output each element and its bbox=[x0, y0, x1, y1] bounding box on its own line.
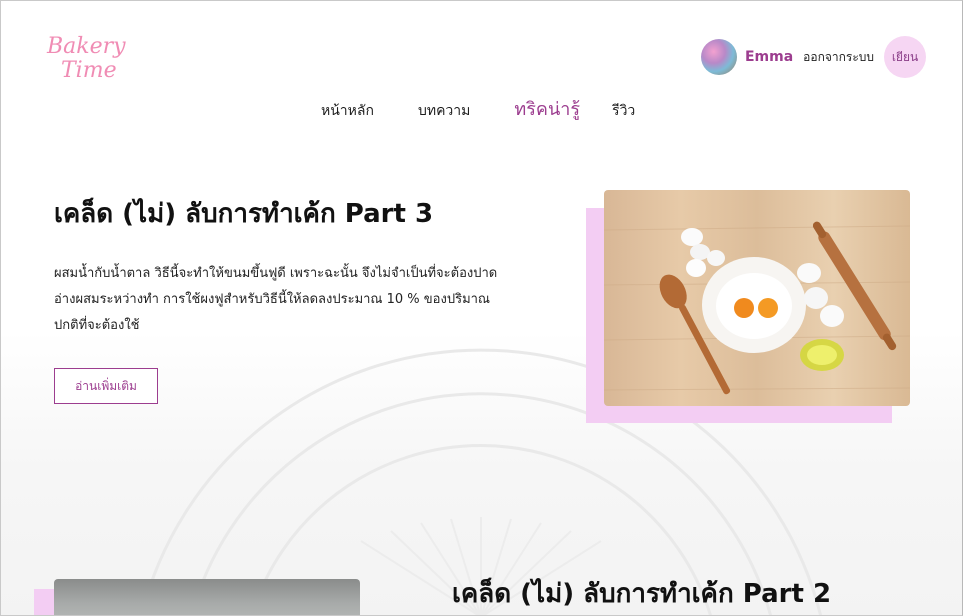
user-name[interactable]: Emma bbox=[745, 49, 793, 65]
article-title-2: เคล็ด (ไม่) ลับการทำเค้ก Part 2 bbox=[452, 579, 832, 609]
article-image-2[interactable] bbox=[54, 579, 360, 615]
article-image-baking[interactable] bbox=[604, 190, 910, 406]
main-nav: หน้าหลัก บทความ ทริคน่ารู้ รีวิว bbox=[321, 94, 679, 123]
page-frame: Bakery Time Emma ออกจากระบบ เยียน หน้าหล… bbox=[0, 0, 963, 616]
bakery-time-logo[interactable]: Bakery Time bbox=[47, 35, 137, 83]
nav-item-reviews[interactable]: รีวิว bbox=[612, 100, 635, 122]
nav-item-home[interactable]: หน้าหลัก bbox=[321, 100, 374, 122]
baking-illustration bbox=[604, 221, 910, 395]
nav-item-tips[interactable]: ทริคน่ารู้ bbox=[514, 94, 580, 123]
user-area: Emma ออกจากระบบ เยียน bbox=[700, 36, 926, 78]
article-title: เคล็ด (ไม่) ลับการทำเค้ก Part 3 bbox=[54, 199, 434, 229]
article-excerpt: ผสมน้ำกับน้ำตาล วิธีนี้จะทำให้ขนมขึ้นฟูด… bbox=[54, 266, 498, 333]
guest-badge[interactable]: เยียน bbox=[884, 36, 926, 78]
logo-line-2: Time bbox=[61, 58, 117, 83]
nav-item-articles[interactable]: บทความ bbox=[418, 100, 470, 122]
logo-line-1: Bakery bbox=[47, 34, 126, 59]
logout-link[interactable]: ออกจากระบบ bbox=[803, 48, 874, 67]
read-more-button[interactable]: อ่านเพิ่มเติม bbox=[54, 368, 158, 404]
avatar[interactable] bbox=[700, 39, 737, 75]
